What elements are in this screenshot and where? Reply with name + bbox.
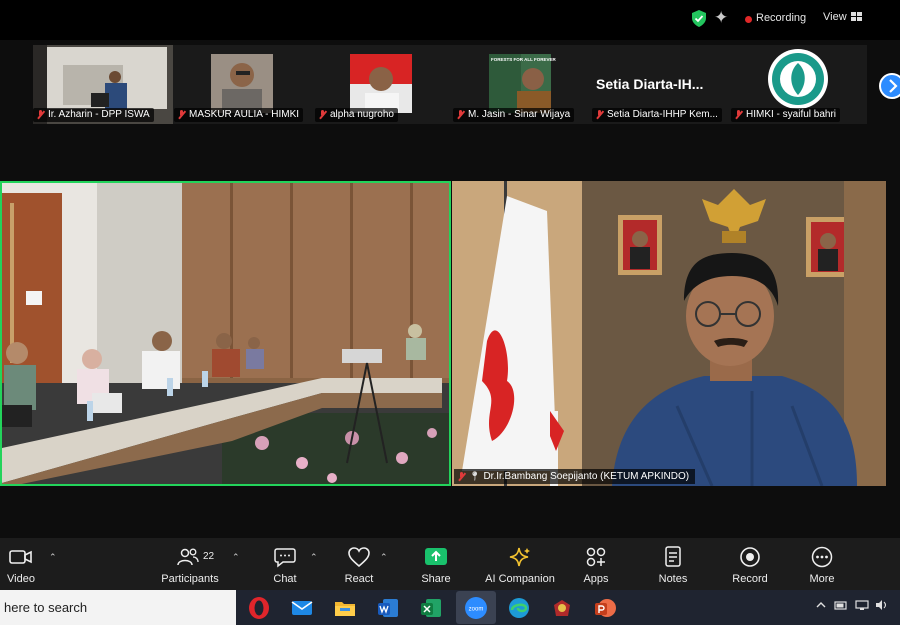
participant-tile[interactable]: HIMKI - syaiful bahri (731, 45, 867, 124)
powerpoint-icon[interactable] (592, 595, 618, 621)
edge-browser-icon[interactable] (506, 595, 532, 621)
zoom-app-icon[interactable]: zoom (463, 595, 489, 621)
speaker-scene (452, 181, 886, 486)
ai-companion-label: AI Companion (485, 573, 555, 585)
heart-icon (348, 547, 370, 568)
network-icon[interactable] (855, 599, 869, 611)
participants-icon (177, 548, 199, 566)
share-button[interactable]: Share (415, 538, 457, 590)
participant-tile[interactable]: MASKUR AULIA - HIMKI (174, 45, 314, 124)
game-app-icon[interactable] (549, 595, 575, 621)
file-explorer-icon[interactable] (332, 595, 358, 621)
react-label: React (344, 573, 374, 585)
participants-options-chevron-up-icon[interactable]: ⌃ (232, 552, 240, 563)
participant-name-bar: Setia Diarta-IHHP Kem... (592, 108, 722, 122)
security-shield-icon[interactable] (691, 10, 707, 27)
participant-display-name: Setia Diarta-IH... (596, 76, 704, 92)
chat-label: Chat (273, 573, 297, 585)
participants-count: 22 (203, 551, 215, 562)
record-icon (740, 547, 760, 567)
participant-tile[interactable]: Ir. Azharin - DPP ISWA (33, 45, 173, 124)
mic-muted-icon (456, 110, 465, 120)
notes-icon (665, 546, 681, 567)
speaker-name-bar: 📍︎ Dr.Ir.Bambang Soepijanto (KETUM APKIN… (454, 469, 696, 484)
filmstrip-next-button[interactable] (879, 73, 900, 99)
taskbar-search-box[interactable]: here to search (0, 590, 236, 625)
mic-muted-icon (177, 110, 186, 120)
view-grid-icon[interactable] (851, 12, 862, 22)
participant-name-bar: HIMKI - syaiful bahri (731, 108, 841, 122)
mic-muted-icon (734, 110, 743, 120)
react-options-chevron-up-icon[interactable]: ⌃ (380, 552, 388, 563)
chat-icon (274, 548, 296, 568)
participant-name-bar: M. Jasin - Sinar Wijaya (453, 108, 575, 122)
chat-button[interactable]: Chat (265, 538, 305, 590)
participant-tile[interactable]: FORESTS FOR ALL FOREVER M. Jasin - Sinar… (453, 45, 593, 124)
chevron-right-icon (889, 79, 898, 93)
mic-muted-icon (457, 471, 466, 482)
apps-button[interactable]: Apps (576, 538, 616, 590)
participant-name-bar: alpha nugroho (315, 108, 398, 122)
more-button[interactable]: More (802, 538, 842, 590)
participants-button[interactable]: Participants (158, 538, 222, 590)
recording-dot-icon (745, 16, 752, 23)
record-button[interactable]: Record (729, 538, 771, 590)
active-speaker-video[interactable] (0, 181, 451, 486)
excel-icon[interactable] (418, 595, 444, 621)
participant-tile[interactable]: alpha nugroho (315, 45, 455, 124)
volume-icon[interactable] (875, 599, 889, 611)
participant-name: Ir. Azharin - DPP ISWA (48, 109, 150, 120)
taskbar-search-text: here to search (4, 600, 88, 615)
notes-button[interactable]: Notes (652, 538, 694, 590)
meeting-toolbar: Video ⌃ Participants 22 ⌃ Chat ⌃ React ⌃… (0, 538, 900, 590)
windows-taskbar: here to search zoom (0, 590, 900, 625)
camera-icon (9, 550, 32, 564)
video-options-chevron-up-icon[interactable]: ⌃ (49, 552, 57, 563)
conference-room-scene (2, 183, 449, 484)
apps-label: Apps (583, 573, 609, 585)
top-bar: ✦ Recording View (0, 0, 900, 40)
participant-tile[interactable]: Setia Diarta-IH... Setia Diarta-IHHP Kem… (592, 45, 732, 124)
participant-name: MASKUR AULIA - HIMKI (189, 109, 300, 120)
speaker-video[interactable]: 📍︎ Dr.Ir.Bambang Soepijanto (KETUM APKIN… (452, 181, 886, 486)
mic-muted-icon (595, 110, 604, 120)
ai-companion-sparkle-icon (509, 547, 530, 567)
participant-filmstrip: Ir. Azharin - DPP ISWA MASKUR AULIA - HI… (0, 40, 900, 132)
thumbnail-poster-text: FORESTS FOR ALL FOREVER (491, 57, 557, 62)
participant-name: Setia Diarta-IHHP Kem... (607, 109, 718, 120)
ai-sparkle-icon[interactable]: ✦ (714, 9, 732, 27)
zoom-meeting-window: ✦ Recording View Ir. Azharin - DPP ISWA … (0, 0, 900, 625)
more-label: More (809, 573, 835, 585)
participant-name: M. Jasin - Sinar Wijaya (468, 109, 571, 120)
more-ellipsis-icon (811, 546, 833, 568)
participant-name: alpha nugroho (330, 109, 394, 120)
participant-name-bar: Ir. Azharin - DPP ISWA (33, 108, 154, 122)
recording-label[interactable]: Recording (756, 12, 806, 24)
apps-icon (586, 547, 606, 567)
participant-name-bar: MASKUR AULIA - HIMKI (174, 108, 304, 122)
zoom-app-label: zoom (469, 607, 484, 613)
pin-icon[interactable]: 📍︎ (469, 469, 480, 484)
video-button[interactable]: Video (0, 538, 42, 590)
speaker-name: Dr.Ir.Bambang Soepijanto (KETUM APKINDO) (483, 471, 690, 482)
view-button[interactable]: View (823, 11, 847, 23)
participant-name: HIMKI - syaiful bahri (746, 109, 837, 120)
battery-icon[interactable] (834, 599, 848, 611)
chat-options-chevron-up-icon[interactable]: ⌃ (310, 552, 318, 563)
video-label: Video (7, 573, 35, 585)
tray-chevron-up-icon[interactable] (815, 599, 827, 611)
mic-muted-icon (36, 110, 45, 120)
mail-icon[interactable] (289, 595, 315, 621)
word-icon[interactable] (375, 595, 401, 621)
mic-muted-icon (318, 110, 327, 120)
notes-label: Notes (658, 573, 688, 585)
participants-label: Participants (161, 573, 219, 585)
react-button[interactable]: React (339, 538, 379, 590)
ai-companion-button[interactable]: AI Companion (484, 538, 556, 590)
share-screen-icon (425, 548, 447, 565)
share-label: Share (421, 573, 451, 585)
record-label: Record (732, 573, 768, 585)
opera-browser-icon[interactable] (246, 595, 272, 621)
